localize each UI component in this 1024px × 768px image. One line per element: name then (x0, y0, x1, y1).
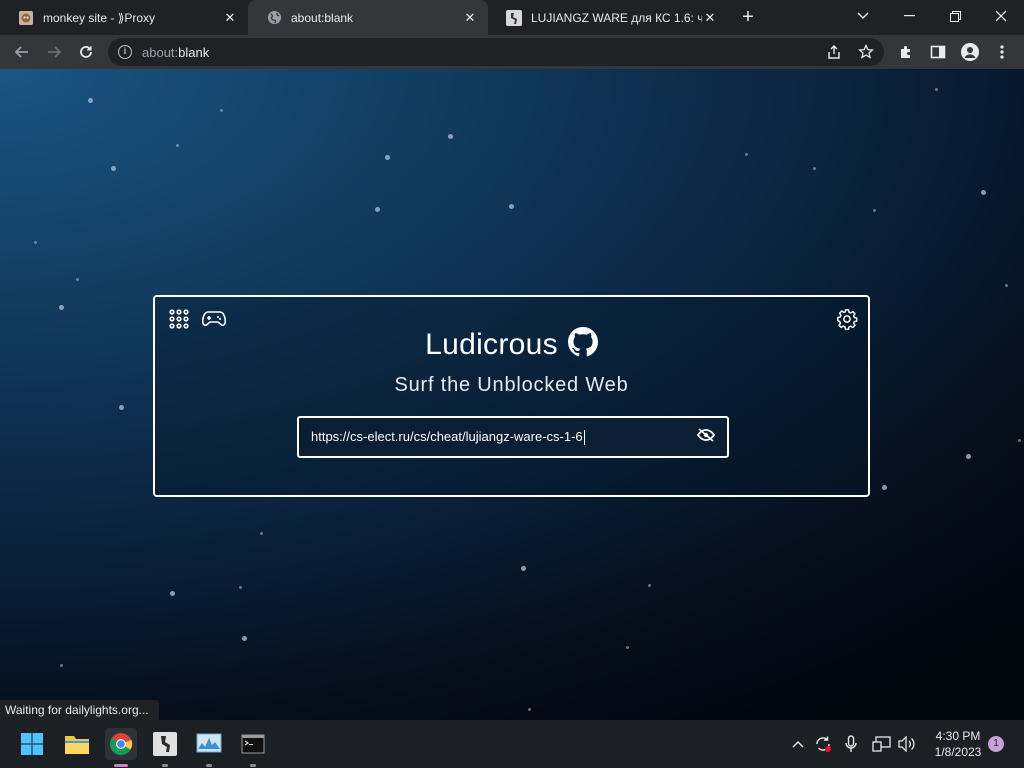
share-button[interactable] (822, 40, 846, 64)
system-clock[interactable]: 4:30 PM 1/8/2023 (928, 728, 988, 760)
network-icon[interactable] (870, 732, 894, 756)
forward-arrow-icon (48, 46, 62, 58)
browser-toolbar: i about:blank (0, 35, 1024, 69)
page-viewport: Ludicrous Surf the Unblocked Web https:/… (0, 69, 1024, 720)
tab-title: monkey site - ⟫Proxy (43, 10, 156, 25)
browser-status-bar: Waiting for dailylights.org... (0, 700, 159, 720)
close-tab-icon[interactable]: ✕ (702, 10, 718, 26)
extensions-button[interactable] (894, 40, 918, 64)
file-explorer-icon[interactable] (61, 728, 93, 760)
back-arrow-icon (14, 46, 28, 58)
tab-strip: monkey site - ⟫Proxy ✕ about:blank ✕ LUJ… (0, 0, 1024, 35)
minimize-button[interactable] (886, 0, 932, 32)
globe-icon (266, 10, 282, 26)
show-hidden-icons-chevron-icon[interactable] (786, 732, 810, 756)
bookmark-button[interactable] (854, 40, 878, 64)
address-bar[interactable]: i about:blank (108, 38, 884, 66)
windows-start-icon[interactable] (16, 728, 48, 760)
share-icon (828, 45, 840, 59)
microphone-icon[interactable] (839, 732, 863, 756)
tab-about-blank[interactable]: about:blank ✕ (248, 0, 488, 35)
reload-icon (80, 46, 92, 58)
proxy-card: Ludicrous Surf the Unblocked Web https:/… (153, 295, 870, 497)
menu-button[interactable] (990, 40, 1014, 64)
side-panel-button[interactable] (926, 40, 950, 64)
close-icon (995, 10, 1007, 22)
restore-icon (949, 10, 961, 22)
tagline: Surf the Unblocked Web (394, 374, 629, 396)
restore-button[interactable] (932, 0, 978, 32)
clock-time: 4:30 PM (935, 729, 981, 743)
profile-button[interactable] (958, 40, 982, 64)
url-input[interactable]: https://cs-elect.ru/cs/cheat/lujiangz-wa… (297, 416, 729, 458)
eye-off-icon[interactable] (696, 427, 716, 447)
terminal-icon[interactable] (237, 728, 269, 767)
tab-title: about:blank (291, 10, 354, 25)
github-icon[interactable] (567, 327, 598, 362)
side-panel-icon (930, 45, 946, 59)
forward-button[interactable] (42, 40, 66, 64)
kebab-menu-icon (1000, 45, 1004, 59)
address-url: about:blank (142, 44, 210, 60)
minimize-icon (903, 15, 915, 17)
app-name: Ludicrous (425, 327, 558, 361)
chrome-icon[interactable] (105, 728, 137, 767)
reload-button[interactable] (74, 40, 98, 64)
windows-taskbar: 4:30 PM 1/8/2023 1 (0, 720, 1024, 768)
counter-strike-icon[interactable] (149, 728, 181, 767)
tab-title: LUJIANGZ WARE для КС 1.6: чит (531, 10, 702, 25)
star-icon (858, 44, 874, 59)
site-info-icon[interactable]: i (118, 45, 132, 59)
new-tab-button[interactable]: + (736, 6, 760, 28)
cs-favicon (506, 9, 522, 26)
tab-lujiangz-ware[interactable]: LUJIANGZ WARE для КС 1.6: чит ✕ (488, 0, 728, 35)
volume-icon[interactable] (895, 732, 919, 756)
brand-heading: Ludicrous (155, 327, 868, 362)
back-button[interactable] (10, 40, 34, 64)
puzzle-icon (901, 46, 910, 58)
tab-monkey-site[interactable]: monkey site - ⟫Proxy ✕ (0, 0, 248, 35)
close-tab-icon[interactable]: ✕ (462, 10, 478, 26)
sync-icon[interactable] (811, 732, 835, 756)
chevron-down-icon (857, 12, 869, 19)
profile-icon (961, 43, 979, 61)
tab-search-button[interactable] (840, 0, 886, 32)
clock-date: 1/8/2023 (934, 745, 982, 759)
close-window-button[interactable] (978, 0, 1024, 32)
monkey-favicon (18, 10, 34, 26)
notification-badge[interactable]: 1 (988, 736, 1004, 752)
close-tab-icon[interactable]: ✕ (222, 10, 238, 26)
url-input-value[interactable]: https://cs-elect.ru/cs/cheat/lujiangz-wa… (311, 429, 697, 446)
resource-monitor-icon[interactable] (193, 728, 225, 767)
